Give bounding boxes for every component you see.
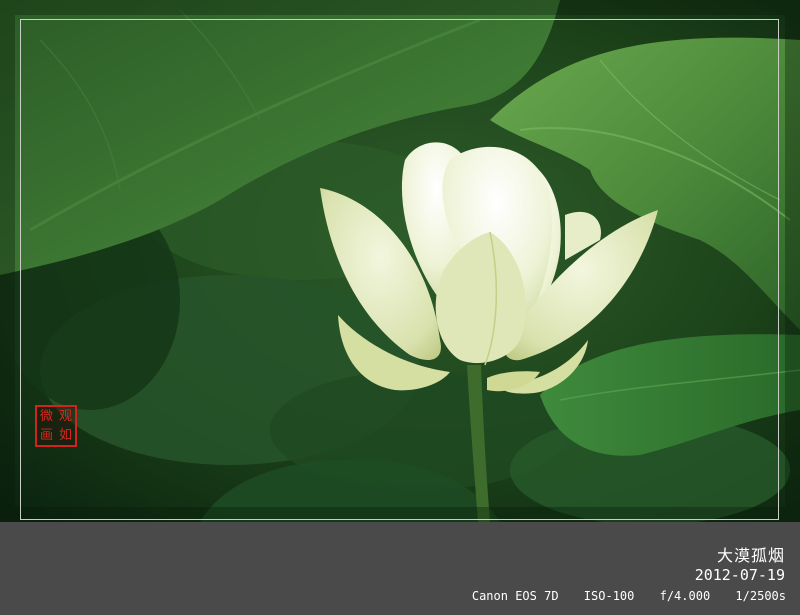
seal-char: 画 [39,428,53,443]
seal-char: 观 [58,409,72,424]
exif-shutter: 1/2500s [735,589,786,603]
caption-exif: Canon EOS 7D ISO-100 f/4.000 1/2500s [454,589,786,603]
red-seal-stamp: 微 观 画 如 [35,405,77,447]
exif-camera: Canon EOS 7D [471,589,559,603]
caption-bar: 大漠孤烟 2012-07-19 Canon EOS 7D ISO-100 f/4… [0,522,800,615]
caption-title: 大漠孤烟 [716,546,785,565]
caption-date: 2012-07-19 [694,566,785,584]
exif-aperture: f/4.000 [659,589,711,603]
photo: 微 观 画 如 [0,0,800,522]
photo-page: 微 观 画 如 大漠孤烟 2012-07-19 Canon EOS 7D ISO… [0,0,800,615]
seal-char: 如 [58,428,72,443]
lotus-photo-illustration [0,0,800,522]
exif-iso: ISO-100 [583,589,635,603]
seal-char: 微 [39,409,53,424]
